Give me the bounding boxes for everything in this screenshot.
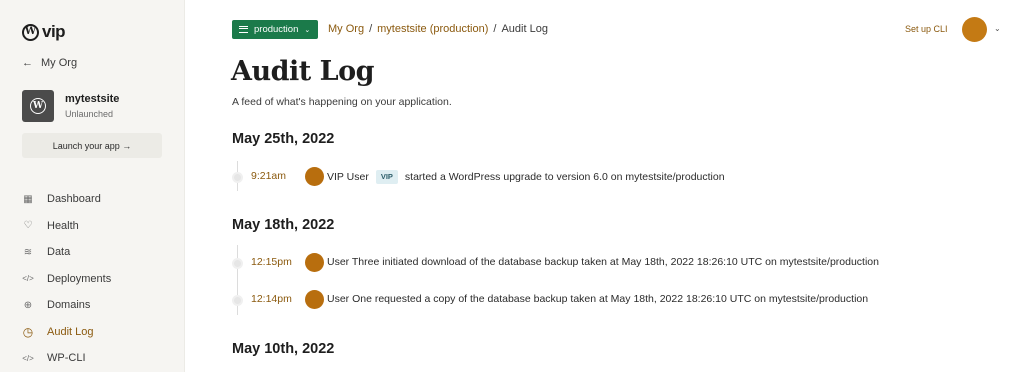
code-icon: </>	[22, 274, 34, 284]
sidebar-item-label: Dashboard	[47, 193, 101, 206]
health-icon: ♡	[23, 220, 33, 232]
sidebar-item-wp-cli[interactable]: </> WP-CLI	[22, 345, 172, 372]
day-date: May 25th, 2022	[232, 131, 335, 147]
breadcrumb-site[interactable]: mytestsite (production)	[377, 23, 488, 35]
entry-time[interactable]: 12:15pm	[251, 256, 292, 268]
sidebar-nav: ▦ Dashboard ♡ Health ≋ Data </> Deployme…	[22, 186, 172, 372]
sidebar-item-label: WP-CLI	[47, 352, 86, 365]
page-subtitle: A feed of what's happening on your appli…	[232, 96, 452, 108]
sidebar-item-dashboard[interactable]: ▦ Dashboard	[22, 186, 172, 213]
launch-app-button[interactable]: Launch your app →	[22, 133, 162, 158]
vip-badge: VIP	[375, 170, 398, 184]
sidebar: W vip ← My Org W mytestsite Unlaunched L…	[0, 0, 185, 372]
user-avatar	[305, 290, 324, 309]
log-entry: 12:15pm User Three initiated download of…	[232, 253, 992, 273]
day-date: May 18th, 2022	[232, 217, 335, 233]
back-to-org-link[interactable]: ← My Org	[22, 57, 77, 69]
site-name: mytestsite	[65, 93, 120, 105]
logo-text: vip	[42, 22, 66, 41]
wordpress-icon: W	[30, 98, 46, 114]
sidebar-item-label: Audit Log	[47, 325, 94, 338]
timeline-dot	[232, 295, 243, 306]
database-icon: ≋	[23, 246, 33, 258]
entry-description: started a WordPress upgrade to version 6…	[404, 170, 725, 183]
sidebar-item-deployments[interactable]: </> Deployments	[22, 266, 172, 293]
sidebar-item-audit-log[interactable]: ◷ Audit Log	[22, 319, 172, 346]
wordpress-logo-icon: W	[22, 23, 39, 41]
sidebar-item-health[interactable]: ♡ Health	[22, 213, 172, 240]
arrow-left-icon: ←	[22, 57, 33, 69]
entry-time[interactable]: 9:21am	[251, 170, 286, 182]
breadcrumb-separator: /	[369, 23, 373, 35]
sidebar-item-data[interactable]: ≋ Data	[22, 239, 172, 266]
day-group: May 10th, 2022	[232, 341, 334, 357]
sidebar-item-domains[interactable]: ⊕ Domains	[22, 292, 172, 319]
vip-logo[interactable]: W vip	[22, 22, 66, 42]
log-entry: 12:14pm User One requested a copy of the…	[232, 290, 992, 310]
day-group: May 25th, 2022 9:21am VIP User VIP start…	[232, 131, 725, 191]
chevron-down-icon[interactable]: ⌄	[994, 24, 1001, 33]
grid-icon: ▦	[23, 193, 33, 205]
user-avatar[interactable]	[962, 17, 987, 42]
site-card: W mytestsite Unlaunched	[22, 90, 119, 122]
log-entry: 9:21am VIP User VIP started a WordPress …	[232, 167, 992, 187]
list-icon	[239, 26, 248, 33]
environment-selector[interactable]: production ⌄	[232, 20, 319, 39]
day-date: May 10th, 2022	[232, 341, 335, 357]
breadcrumb-separator: /	[493, 23, 497, 35]
entry-user: VIP User	[327, 170, 369, 183]
site-avatar: W	[22, 90, 54, 122]
chevron-down-icon: ⌄	[304, 26, 311, 34]
site-status: Unlaunched	[65, 109, 114, 119]
timeline-dot	[232, 258, 243, 269]
entry-description: User Three initiated download of the dat…	[327, 256, 879, 268]
breadcrumb: My Org / mytestsite (production) / Audit…	[328, 23, 548, 35]
user-avatar	[305, 167, 324, 186]
user-avatar	[305, 253, 324, 272]
page-title: Audit Log	[231, 56, 374, 87]
back-link-label: My Org	[41, 57, 78, 69]
entry-description: User One requested a copy of the databas…	[327, 293, 869, 305]
environment-label: production	[254, 24, 299, 35]
timeline-dot	[232, 172, 243, 183]
sidebar-item-label: Domains	[47, 299, 91, 312]
clock-icon: ◷	[22, 324, 34, 339]
code-icon: </>	[22, 353, 34, 363]
sidebar-item-label: Health	[47, 219, 79, 232]
sidebar-item-label: Data	[47, 246, 71, 259]
sidebar-item-label: Deployments	[47, 272, 112, 285]
breadcrumb-org[interactable]: My Org	[328, 23, 364, 35]
entry-time[interactable]: 12:14pm	[251, 293, 292, 305]
setup-cli-link[interactable]: Set up CLI	[905, 24, 948, 34]
breadcrumb-current: Audit Log	[501, 23, 548, 35]
globe-icon: ⊕	[23, 299, 33, 311]
entry-text: VIP User VIP started a WordPress upgrade…	[327, 170, 725, 184]
day-group: May 18th, 2022 12:15pm User Three initia…	[232, 217, 879, 315]
